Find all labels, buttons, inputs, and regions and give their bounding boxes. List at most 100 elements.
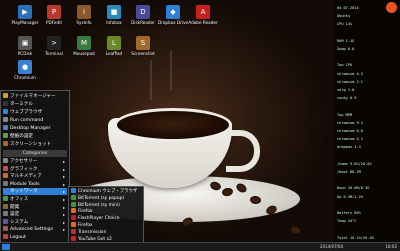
submenu-item-label: FlashPlayer Choice [78,216,120,222]
tray-clock[interactable]: 18:02 [375,244,397,250]
desktop-icon-label: Infobox [106,20,122,25]
conky-row: Battery 86% [337,211,361,215]
wallpaper-cup-handle [226,130,260,172]
menu-item-label: Run command [10,118,44,123]
app-icon: ◆ [166,5,180,19]
menu-item[interactable]: Run command [3,117,67,124]
app-icon: P [47,5,61,19]
desktop-icon-13[interactable]: ● Chromium [10,60,40,80]
desktop-icon-6[interactable]: ◆ Dropbox Drive [158,5,188,25]
categories-header: Categories [3,150,67,157]
menu-item-label: ファイルマネージャー [10,94,56,99]
logout-item[interactable]: Logout [3,234,67,241]
menu-item[interactable]: Desktop Manager [3,125,67,132]
menu-category-label: Module Tools [10,181,40,187]
desktop-icon-8[interactable]: ▣ PCDisk [10,36,40,56]
menu-category[interactable]: ネットワーク ▸ [3,188,67,196]
category-icon [3,203,8,209]
menu-category[interactable]: マルチメディア ▸ [3,173,67,180]
desktop-icon-label: Adobe Reader [188,20,218,25]
desktop-icon-label: PlayManager [11,20,39,25]
conky-system-monitor: 04.07.2014 Ubuntu CPU 14% RAM 1.1G Swap 0.0 T… [335,0,400,250]
menu-category-label: ネットワーク [10,189,38,195]
network-submenu: Chromium ウェブ・ブラウザ BitTorrent (sy popup) Bi… [68,186,144,244]
menu-item-icon [3,101,8,106]
menu-category[interactable]: グラフィック ▸ [3,165,67,173]
menu-category-label: Advanced Settings [10,227,53,233]
menu-category-label: アクセサリー [10,159,38,164]
desktop-icon-1[interactable]: ▶ PlayManager [10,5,40,25]
conky-row [337,178,398,182]
conky-row: Up 0.5M/1.2G [337,194,363,199]
app-icon: i [77,5,91,19]
menu-item[interactable]: ファイルマネージャー [3,93,67,100]
conky-row: Down 20.0M/6.3G [337,186,370,191]
start-button[interactable] [2,244,10,250]
submenu-item-icon [71,215,76,221]
app-icon: D [136,5,150,19]
menu-item[interactable]: 壁紙の設定 [3,133,67,140]
conky-row [337,203,398,207]
menu-category[interactable]: オフィス ▸ [3,196,67,203]
desktop-icon-4[interactable]: ■ Infobox [99,5,129,25]
category-icon [3,165,8,171]
menu-category[interactable]: 開発 ▸ [3,203,67,211]
conky-row [337,55,398,59]
app-icon: ● [18,60,32,74]
conky-row: 04.07.2014 [337,6,359,10]
desktop-icon-label: DiskReader [131,20,155,25]
steam-decoration [150,60,152,100]
desktop-icon-9[interactable]: > Terminal [39,36,69,56]
menu-item[interactable]: スクリーンショット [3,141,67,148]
menu-item-icon [3,93,8,98]
submenu-item-icon [71,235,76,241]
app-icon: ▶ [18,5,32,19]
menu-item[interactable]: ウェブブラウザ [3,109,67,116]
menu-category[interactable]: システム ▸ [3,218,67,226]
chevron-right-icon: ▸ [62,204,65,210]
menu-category[interactable]: 設定 ▸ [3,211,67,218]
desktop-icon-5[interactable]: D DiskReader [128,5,158,25]
menu-category[interactable]: Module Tools ▸ [3,180,67,188]
desktop-icon-2[interactable]: P PDFedit [39,5,69,25]
app-icon: M [77,36,91,50]
menu-item[interactable]: ターミナル [3,101,67,108]
chevron-right-icon: ▸ [62,212,65,218]
conky-row: Ubuntu [337,14,350,19]
menu-item-icon [3,133,8,138]
category-icon [3,173,8,179]
menu-category-label: システム [10,219,29,225]
desktop-icon-10[interactable]: M Mousepad [69,36,99,56]
coffee-bean [289,224,302,236]
desktop-icon-7[interactable]: A Adobe Reader [188,5,218,25]
desktop-icon-3[interactable]: i SysInfo [69,5,99,25]
menu-category[interactable]: Advanced Settings ▸ [3,226,67,233]
conky-row: chromium 2.1 [337,79,363,84]
steam-decoration [170,50,172,90]
category-icon [3,218,8,224]
chevron-right-icon: ▸ [62,166,65,172]
conky-row: chromium 4.3 [337,71,363,76]
submenu-item-icon [71,222,76,227]
conky-row [337,227,398,231]
submenu-item-icon [71,194,76,200]
submenu-item-label: BitTorrent (sy popup) [78,195,125,201]
conky-row: chromium 9.2 [337,120,363,125]
app-icon: ■ [107,5,121,19]
desktop-icon-11[interactable]: L LeafPad [99,36,129,56]
conky-row: CPU 14% [337,22,353,27]
conky-row: conky 0.9 [337,96,357,101]
submenu-item-label: BitTorrent (sy mini) [78,202,120,208]
desktop-icon-label: SysInfo [76,20,92,25]
menu-item-label: スクリーンショット [10,142,52,147]
menu-item-label: Desktop Manager [10,126,51,131]
conky-row: /home 5.6G/20.0G [337,161,372,166]
conky-row [337,31,398,35]
chevron-right-icon: ▸ [62,159,65,164]
menu-item-icon [3,117,8,122]
desktop-icon-12[interactable]: S Screenshot [128,36,158,56]
chevron-right-icon: ▸ [62,189,65,195]
submenu-item-label: YouTube Get x2 [78,236,112,242]
chevron-right-icon: ▸ [62,181,65,187]
menu-category[interactable]: アクセサリー ▸ [3,158,67,165]
